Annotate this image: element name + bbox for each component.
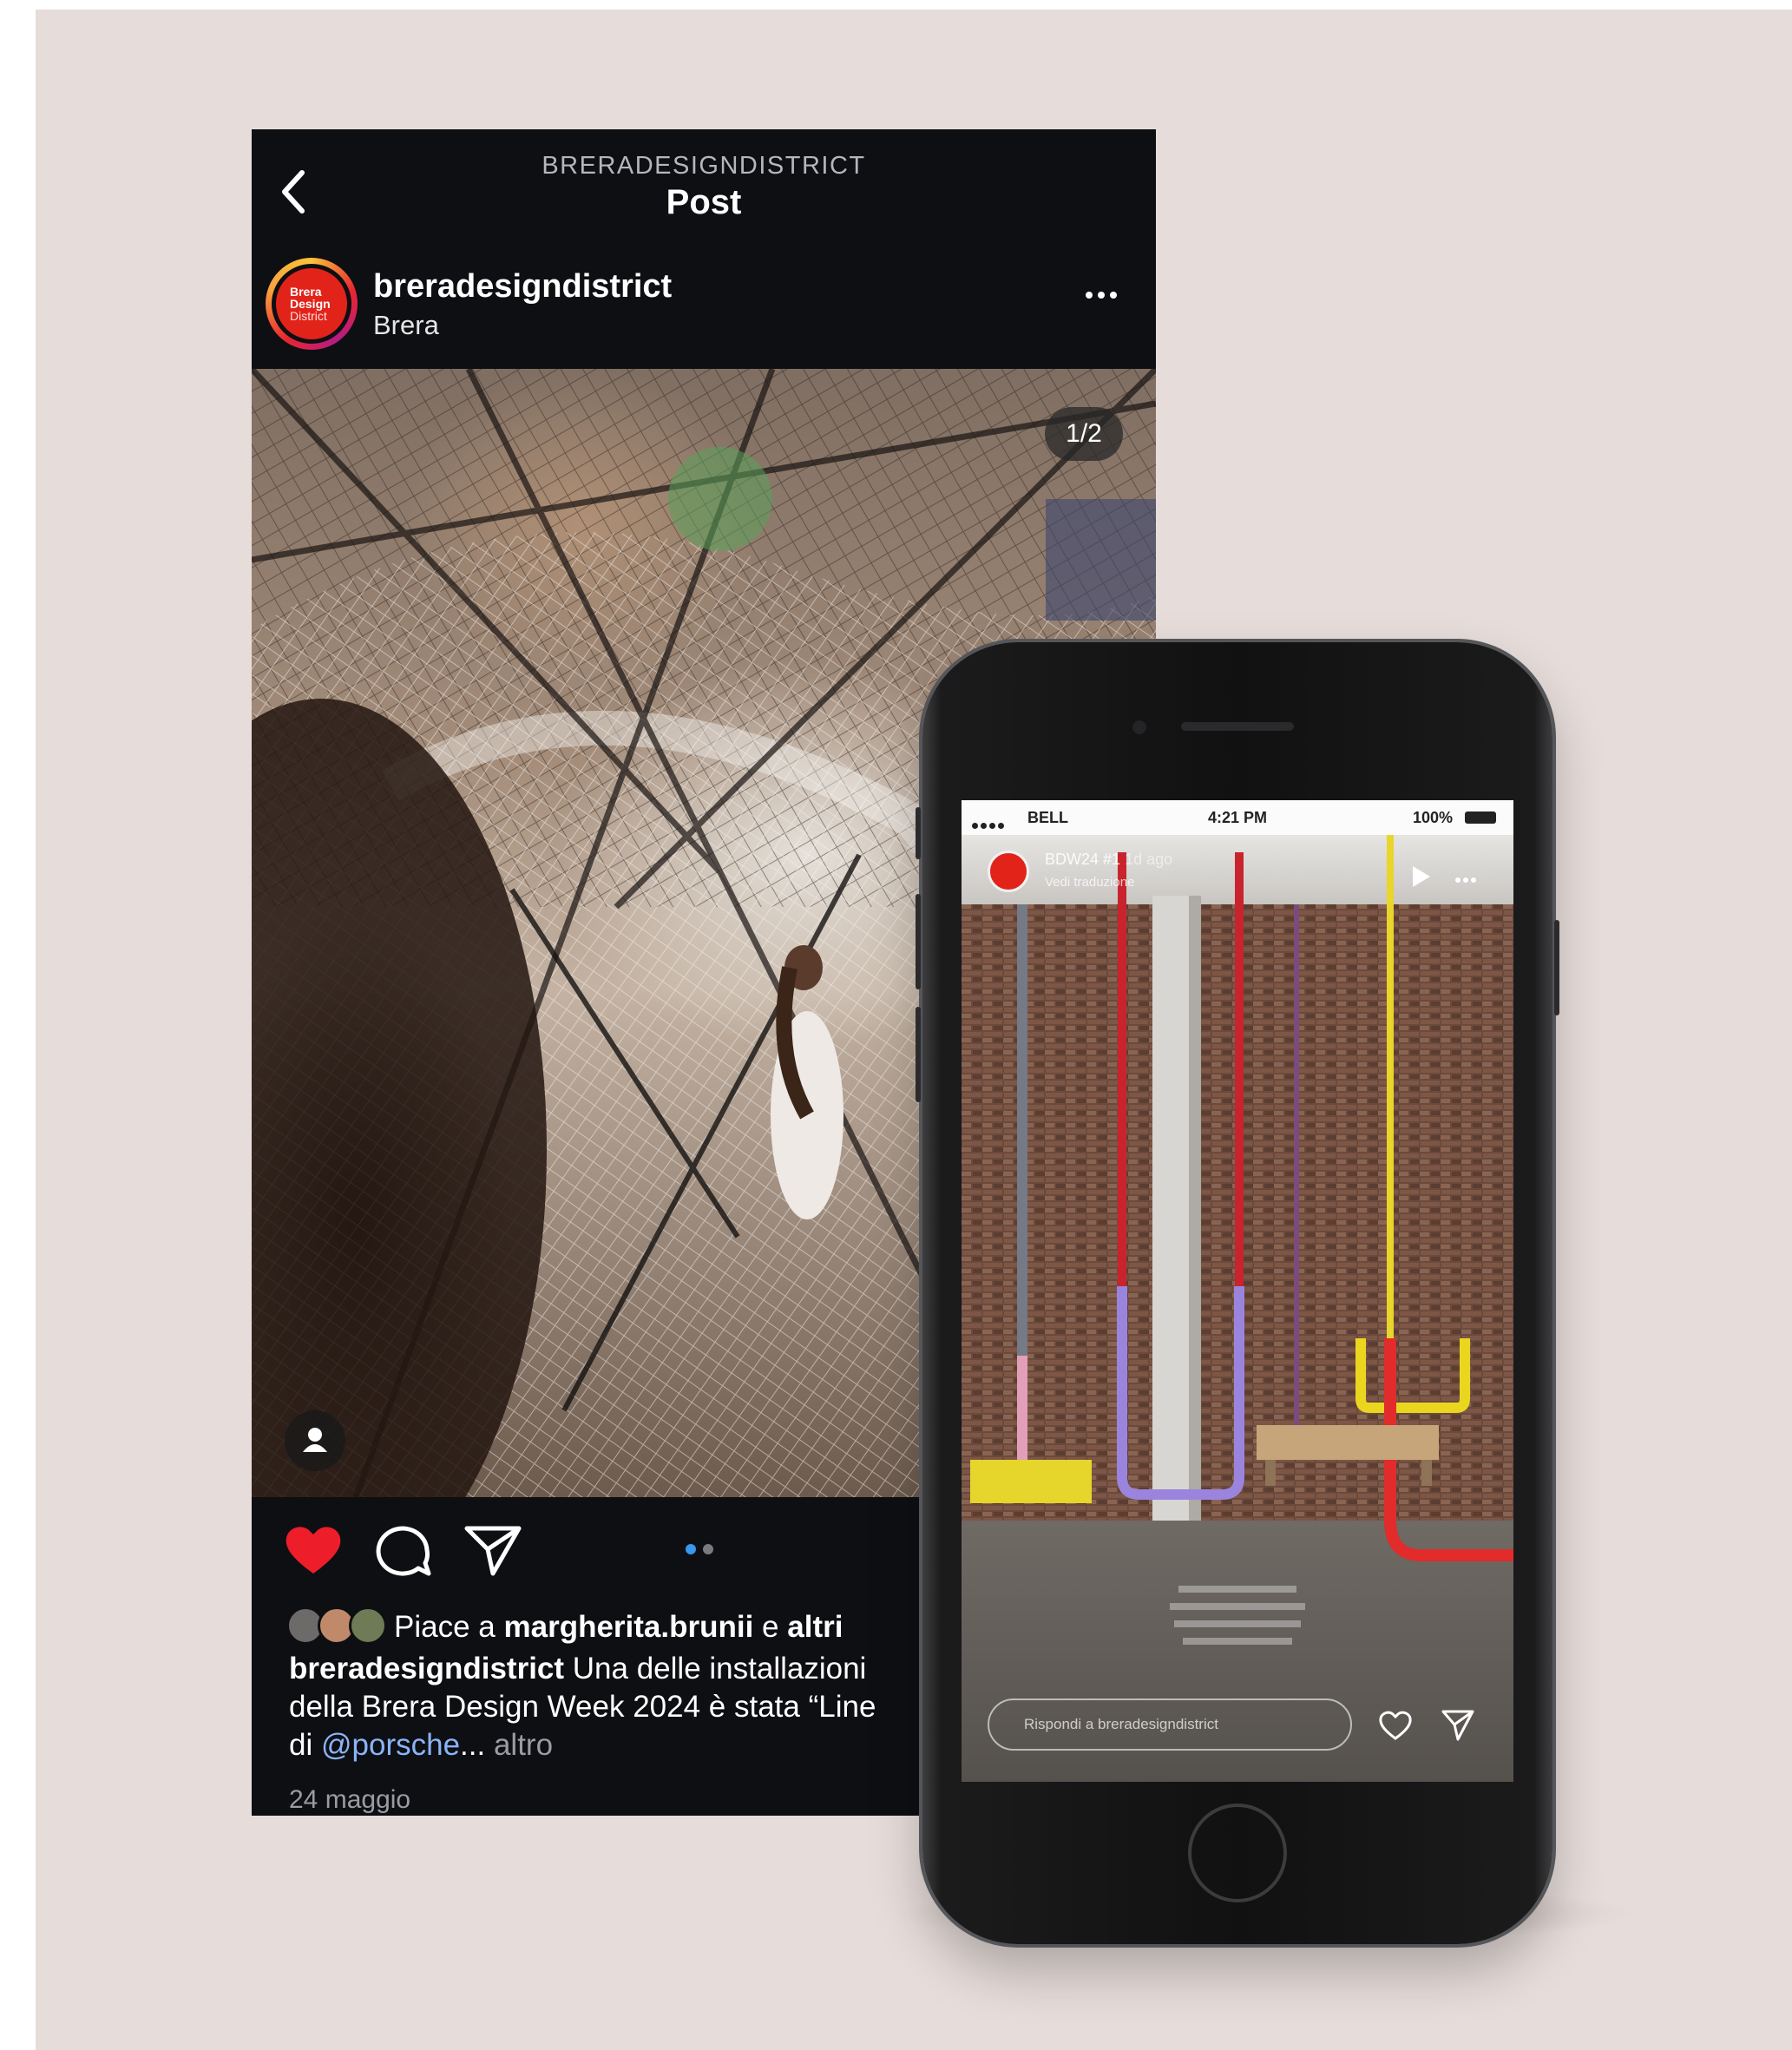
- story-image[interactable]: [962, 800, 1513, 1782]
- story-reply-input[interactable]: Rispondi a breradesigndistrict: [988, 1698, 1352, 1751]
- profile-owner-label: BRERADESIGNDISTRICT: [542, 152, 866, 180]
- status-bar: BELL 4:21 PM 100%: [962, 800, 1513, 835]
- liker-username-link[interactable]: margherita.brunii: [503, 1610, 753, 1644]
- story-header: BDW24 #1 1d ago Vedi traduzione: [962, 845, 1513, 906]
- home-button[interactable]: [1188, 1804, 1287, 1902]
- mute-switch: [916, 807, 921, 859]
- carousel-dot: [703, 1544, 713, 1554]
- phone-screen: BELL 4:21 PM 100% BDW24 #1 1d ago Vedi t…: [962, 800, 1513, 1782]
- story-share-button[interactable]: [1441, 1708, 1475, 1743]
- like-button[interactable]: [283, 1523, 344, 1577]
- paper-plane-icon: [1441, 1710, 1474, 1741]
- avatar-logo: Brera Design District: [276, 268, 347, 339]
- more-horizontal-icon: [1455, 871, 1479, 886]
- power-button: [1554, 920, 1559, 1015]
- mention-link[interactable]: @porsche: [321, 1728, 460, 1762]
- others-link[interactable]: altri: [787, 1610, 843, 1644]
- heart-outline-icon: [1379, 1711, 1412, 1740]
- comment-bubble-icon: [376, 1526, 431, 1576]
- image-counter-badge: 1/2: [1045, 407, 1123, 461]
- post-date: 24 maggio: [289, 1785, 411, 1814]
- caption-username-link[interactable]: breradesigndistrict: [289, 1652, 564, 1685]
- battery-percent: 100%: [1412, 809, 1453, 826]
- carousel-dot-active: [686, 1544, 696, 1554]
- story-more-button[interactable]: [1455, 871, 1479, 887]
- tagged-people-button[interactable]: [285, 1410, 345, 1471]
- story-like-button[interactable]: [1378, 1710, 1413, 1741]
- post-author-row: Brera Design District breradesigndistric…: [252, 258, 1156, 362]
- story-subtitle[interactable]: Vedi traduzione: [1045, 875, 1134, 890]
- play-icon: [1413, 866, 1430, 887]
- front-camera: [1132, 720, 1146, 734]
- volume-up-button: [916, 894, 921, 989]
- story-title: BDW24 #1 1d ago: [1045, 851, 1173, 868]
- carousel-dots: [686, 1543, 720, 1559]
- battery-icon: [1465, 811, 1496, 824]
- top-bar: BRERADESIGNDISTRICT Post: [252, 129, 1156, 244]
- phone-mockup: BELL 4:21 PM 100% BDW24 #1 1d ago Vedi t…: [916, 642, 1559, 1944]
- paper-plane-icon: [464, 1526, 522, 1576]
- person-icon: [303, 1428, 327, 1452]
- story-avatar[interactable]: [988, 851, 1029, 892]
- location-link[interactable]: Brera: [373, 310, 439, 341]
- more-options-button[interactable]: [1083, 287, 1126, 313]
- more-horizontal-icon: [1083, 287, 1119, 302]
- avatar[interactable]: Brera Design District: [266, 258, 358, 350]
- username-link[interactable]: breradesigndistrict: [373, 268, 672, 306]
- volume-down-button: [916, 1007, 921, 1102]
- page-title: Post: [666, 183, 742, 221]
- play-button[interactable]: [1409, 864, 1432, 893]
- liker-avatar: [349, 1606, 387, 1645]
- share-button[interactable]: [463, 1523, 524, 1577]
- likes-text: Piace a margherita.brunii e altri: [394, 1610, 843, 1644]
- heart-filled-icon: [286, 1527, 341, 1574]
- earpiece-speaker: [1181, 722, 1294, 731]
- comment-button[interactable]: [373, 1523, 434, 1577]
- more-caption-link[interactable]: altro: [494, 1728, 553, 1762]
